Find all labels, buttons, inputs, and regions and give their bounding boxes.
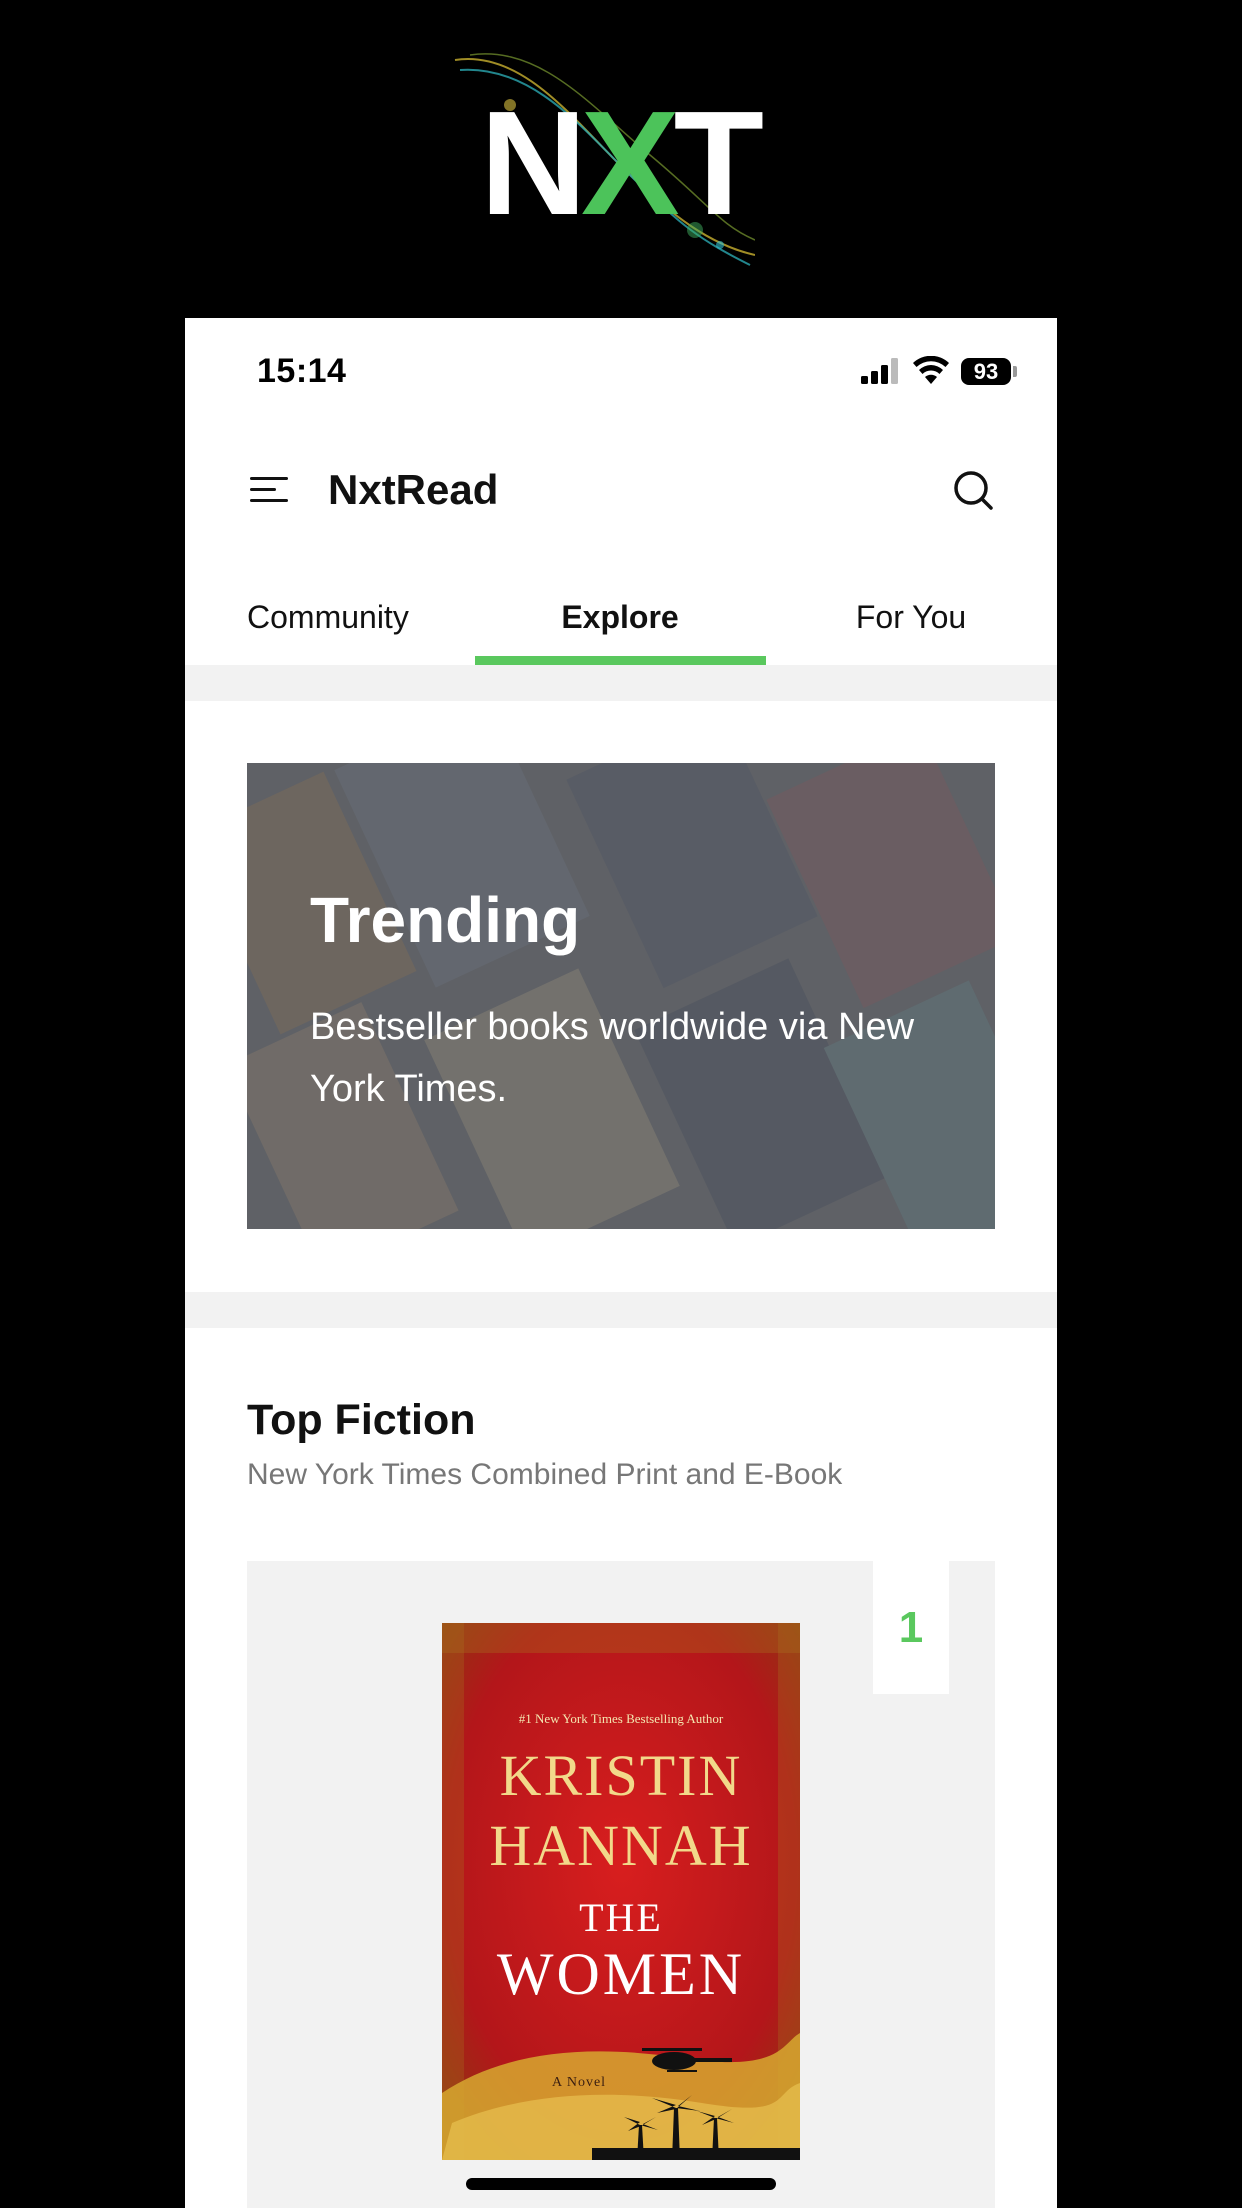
cellular-signal-icon bbox=[861, 358, 898, 384]
tab-for-you[interactable]: For You bbox=[765, 568, 1057, 665]
battery-icon: 93 bbox=[961, 358, 1011, 385]
tab-explore[interactable]: Explore bbox=[475, 568, 765, 665]
tab-community[interactable]: Community bbox=[185, 568, 475, 665]
rank-badge: 1 bbox=[873, 1561, 949, 1694]
section-title: Top Fiction bbox=[247, 1396, 476, 1444]
nxt-logo: NXT bbox=[450, 45, 764, 270]
wifi-icon bbox=[913, 356, 949, 384]
section-divider bbox=[185, 1292, 1057, 1328]
banner-description: Bestseller books worldwide via New York … bbox=[310, 1006, 915, 1110]
app-title: NxtRead bbox=[328, 466, 499, 513]
cover-tagline: #1 New York Times Bestselling Author bbox=[518, 1711, 724, 1726]
section-subtitle: New York Times Combined Print and E-Book bbox=[247, 1458, 843, 1491]
home-indicator[interactable] bbox=[466, 2178, 776, 2190]
battery-tip bbox=[1013, 366, 1017, 377]
cover-helicopter-palms-art bbox=[442, 2033, 800, 2160]
search-icon[interactable] bbox=[951, 468, 995, 512]
phone-screen: 15:14 93 NxtRead Community Explore For Y… bbox=[185, 318, 1057, 2208]
section-divider bbox=[185, 665, 1057, 701]
status-time: 15:14 bbox=[257, 352, 347, 390]
book-cover[interactable]: #1 New York Times Bestselling Author KRI… bbox=[442, 1623, 800, 2160]
trending-banner[interactable]: Trending Bestseller books worldwide via … bbox=[247, 763, 995, 1229]
logo-wordmark: NXT bbox=[480, 81, 764, 246]
hamburger-menu-icon[interactable] bbox=[249, 469, 289, 509]
app-bar: NxtRead bbox=[185, 428, 1057, 568]
selected-tab-indicator bbox=[475, 656, 766, 665]
cover-format: A Novel bbox=[552, 2075, 607, 2090]
tab-bar: Community Explore For You bbox=[185, 568, 1057, 665]
banner-title: Trending bbox=[310, 884, 581, 956]
cover-title: THE WOMEN bbox=[496, 1895, 746, 2007]
cover-author: KRISTIN HANNAH bbox=[489, 1743, 753, 1878]
status-bar: 15:14 93 bbox=[185, 318, 1057, 428]
